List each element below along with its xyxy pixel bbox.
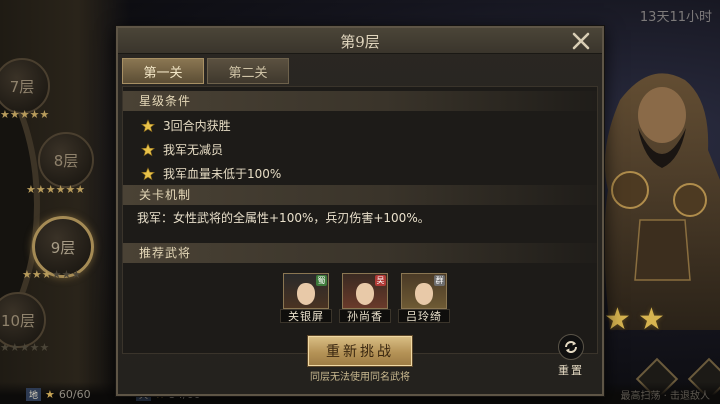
floor-node-8[interactable]: 8层 bbox=[38, 132, 94, 188]
floor-stars-9: ★★★★★★ bbox=[22, 268, 82, 281]
mechanism-header: 关卡机制 bbox=[123, 185, 597, 205]
general-card[interactable]: 蜀 关银屏 bbox=[280, 273, 332, 323]
reward-star-1: ★ bbox=[604, 302, 631, 337]
star-conditions-header: 星级条件 bbox=[123, 91, 597, 111]
rechallenge-button[interactable]: 重新挑战 bbox=[308, 336, 412, 366]
stage-tabs: 第一关 第二关 bbox=[122, 58, 289, 84]
floor-stars-8: ★★★★★★ bbox=[26, 183, 86, 196]
counter-value: 60/60 bbox=[58, 388, 91, 401]
condition-text: 我军无减员 bbox=[163, 143, 224, 157]
general-portrait: 蜀 bbox=[283, 273, 329, 309]
reset-icon bbox=[558, 334, 584, 360]
mechanism-text: 我军：女性武将的全属性+100%，兵刃伤害+100%。 bbox=[137, 211, 430, 225]
floor-label: 9层 bbox=[50, 238, 76, 257]
reward-star-2: ★ bbox=[638, 302, 665, 337]
season-timer: 13天11小时 bbox=[639, 10, 712, 25]
floor-label: 7层 bbox=[9, 77, 35, 96]
earth-star-counter: 地 ★ 60/60 bbox=[26, 388, 91, 401]
portrait-face bbox=[297, 283, 315, 305]
guardian-hero-art bbox=[604, 73, 720, 330]
reset-label: 重置 bbox=[558, 364, 584, 377]
close-icon[interactable] bbox=[570, 30, 592, 52]
condition-text: 3回合内获胜 bbox=[163, 119, 231, 133]
floor-label: 10层 bbox=[0, 311, 36, 330]
general-name: 吕玲绮 bbox=[398, 309, 450, 323]
star-condition-item: 我军血量未低于100% bbox=[141, 165, 281, 182]
faction-badge: 蜀 bbox=[316, 275, 327, 286]
same-name-hint: 同层无法使用同名武将 bbox=[310, 372, 410, 383]
faction-badge: 吴 bbox=[375, 275, 386, 286]
floor-detail-dialog: 第9层 第一关 第二关 星级条件 3回合内获胜 我军无减员 我军血量未低于100… bbox=[116, 26, 604, 396]
recommended-generals: 蜀 关银屏 吴 孙尚香 群 吕玲绮 bbox=[280, 273, 450, 323]
star-icon bbox=[141, 118, 155, 132]
general-name: 关银屏 bbox=[280, 309, 332, 323]
general-name: 孙尚香 bbox=[339, 309, 391, 323]
general-portrait: 吴 bbox=[342, 273, 388, 309]
faction-badge: 群 bbox=[434, 275, 445, 286]
general-card[interactable]: 群 吕玲绮 bbox=[398, 273, 450, 323]
stage-content: 星级条件 3回合内获胜 我军无减员 我军血量未低于100% 关卡机制 我军：女性… bbox=[122, 86, 598, 354]
star-condition-item: 3回合内获胜 bbox=[141, 117, 231, 134]
floor-stars-7: ★★★★★ bbox=[0, 108, 50, 121]
condition-text: 我军血量未低于100% bbox=[163, 167, 282, 181]
floor-label: 8层 bbox=[53, 151, 79, 170]
tab-stage-2[interactable]: 第二关 bbox=[207, 58, 289, 84]
bottom-hint: 最高扫荡 · 击退敌人 bbox=[620, 391, 710, 402]
reset-button[interactable]: 重置 bbox=[552, 334, 590, 380]
star-icon: ★ bbox=[45, 388, 55, 401]
dialog-title: 第9层 bbox=[340, 33, 380, 51]
recommended-header: 推荐武将 bbox=[123, 243, 597, 263]
star-icon bbox=[141, 142, 155, 156]
star-condition-item: 我军无减员 bbox=[141, 141, 223, 158]
portrait-face bbox=[356, 283, 374, 305]
counter-tag: 地 bbox=[26, 388, 42, 401]
general-card[interactable]: 吴 孙尚香 bbox=[339, 273, 391, 323]
dialog-header: 第9层 bbox=[118, 28, 602, 54]
star-icon bbox=[141, 166, 155, 180]
portrait-face bbox=[415, 283, 433, 305]
general-portrait: 群 bbox=[401, 273, 447, 309]
tab-stage-1[interactable]: 第一关 bbox=[122, 58, 204, 84]
floor-stars-10: ★★★★★ bbox=[0, 341, 50, 354]
